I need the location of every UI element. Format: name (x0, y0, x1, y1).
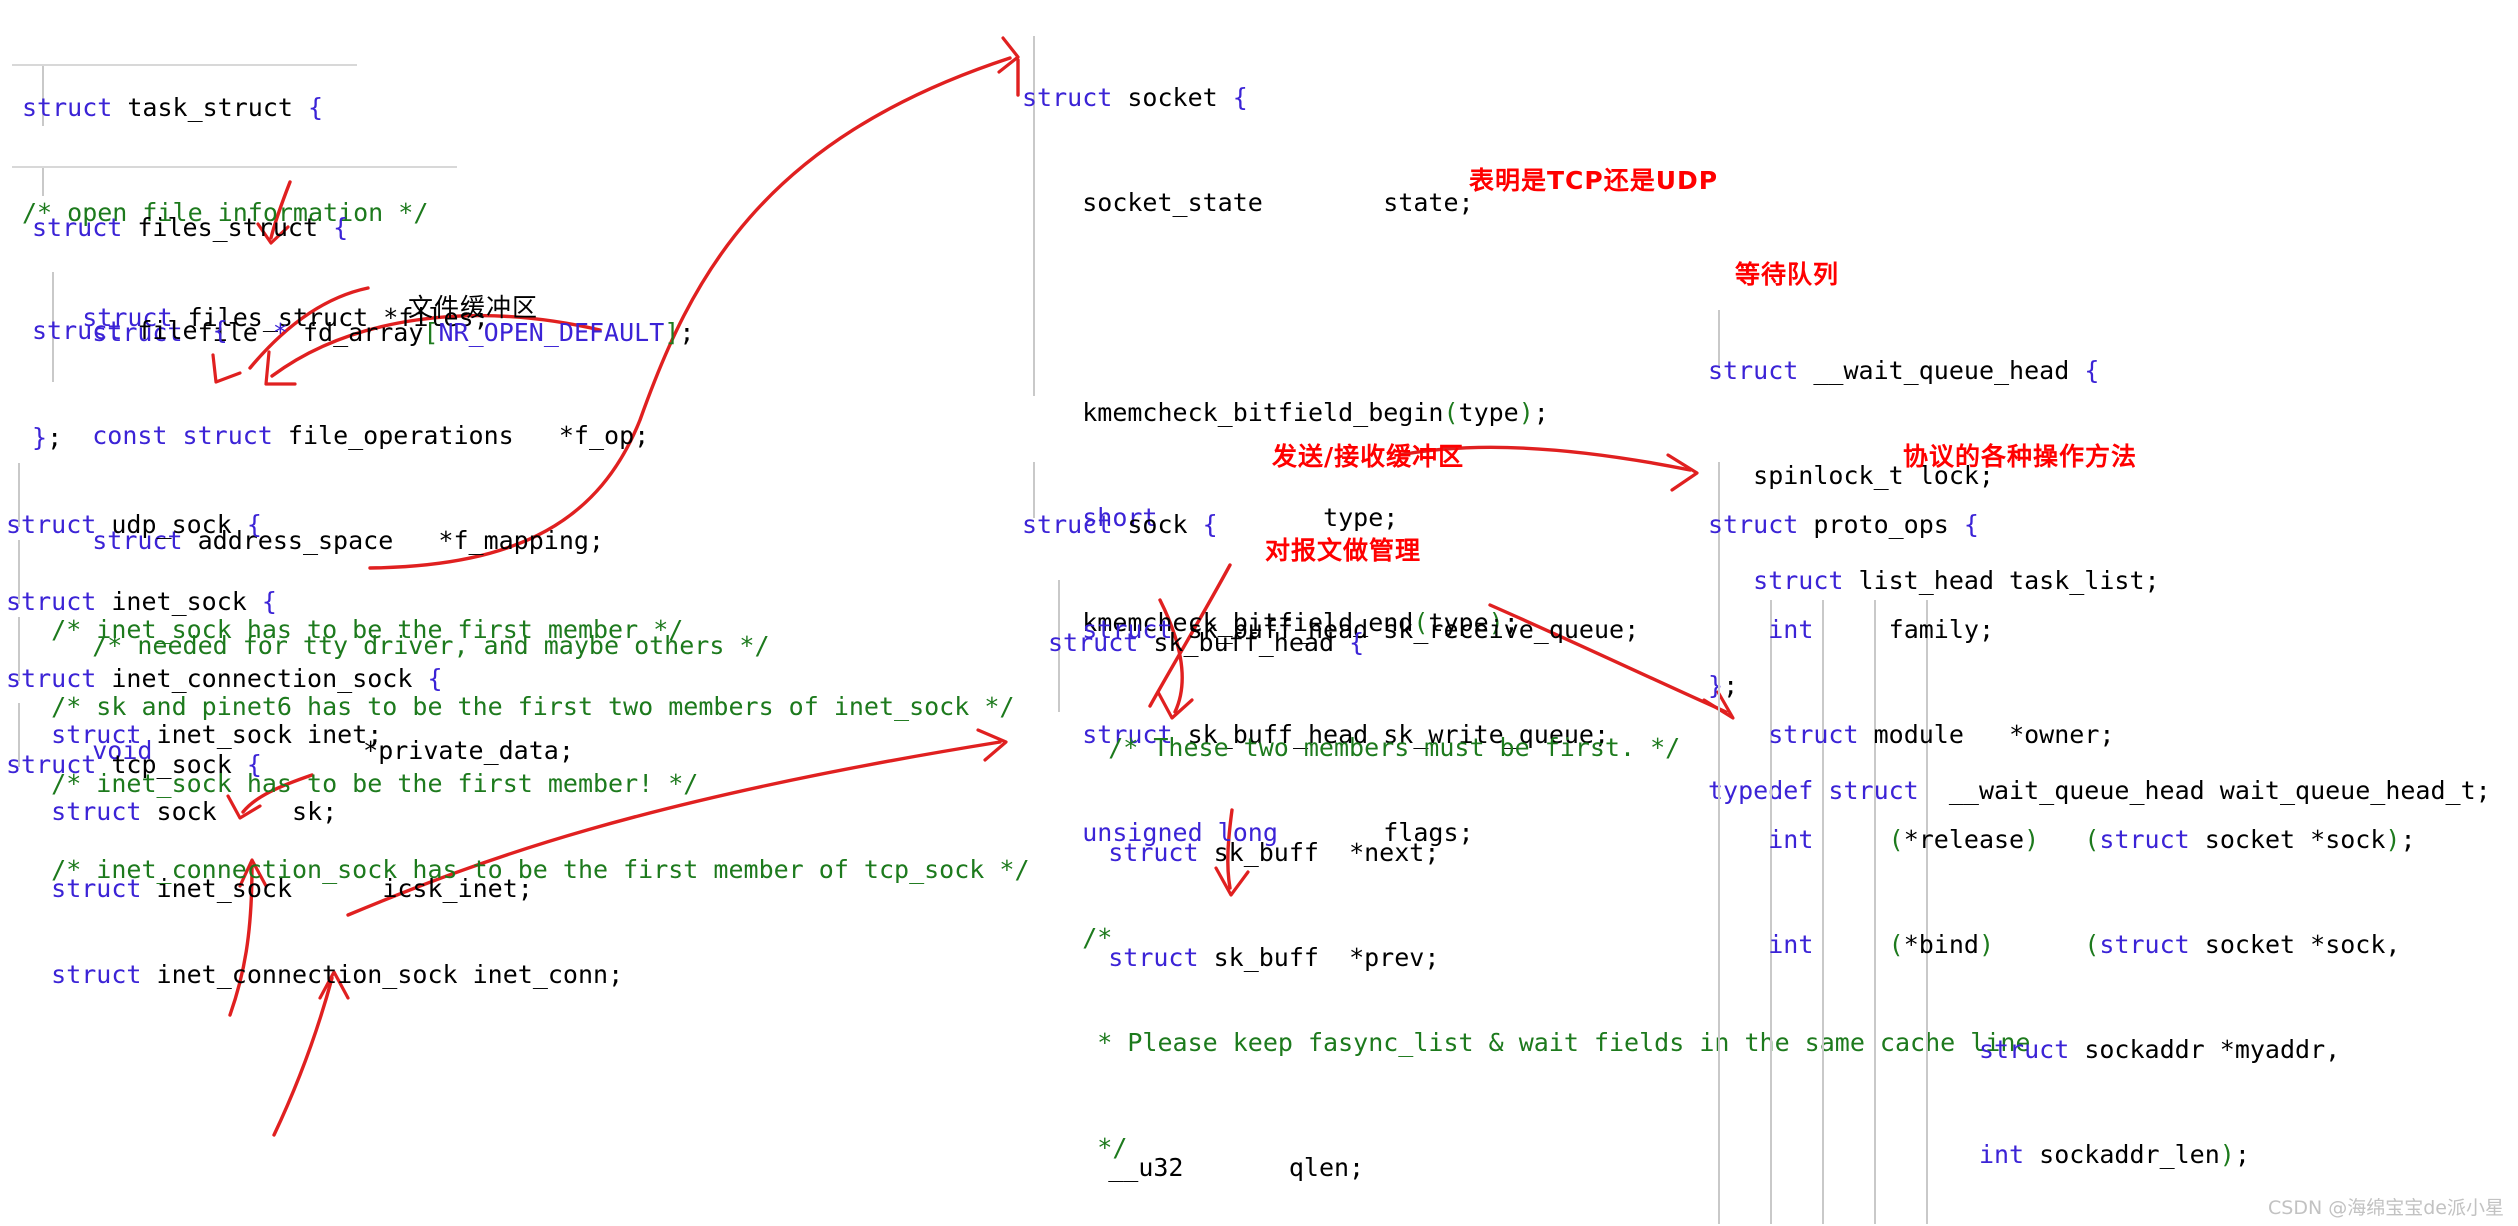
watermark-label: CSDN @海绵宝宝de派小星 (2268, 1197, 2504, 1219)
annotation-tcp-or-udp: 表明是TCP还是UDP (1469, 166, 1719, 195)
block-tcp-sock: struct tcp_sock { /* inet_connection_soc… (6, 750, 1030, 989)
diagram-canvas: struct task_struct { /* open file inform… (0, 0, 2518, 1226)
block-proto-ops: struct proto_ops { int family; struct mo… (1708, 510, 2416, 1169)
annotation-send-recv-buffer: 发送/接收缓冲区 (1272, 442, 1465, 471)
annotation-protocol-ops: 协议的各种操作方法 (1903, 442, 2138, 471)
annotation-file-buffer: 文件缓冲区 (408, 293, 539, 322)
block-sk-buff-head: struct sk_buff_head { /* These two membe… (1048, 628, 1681, 1182)
